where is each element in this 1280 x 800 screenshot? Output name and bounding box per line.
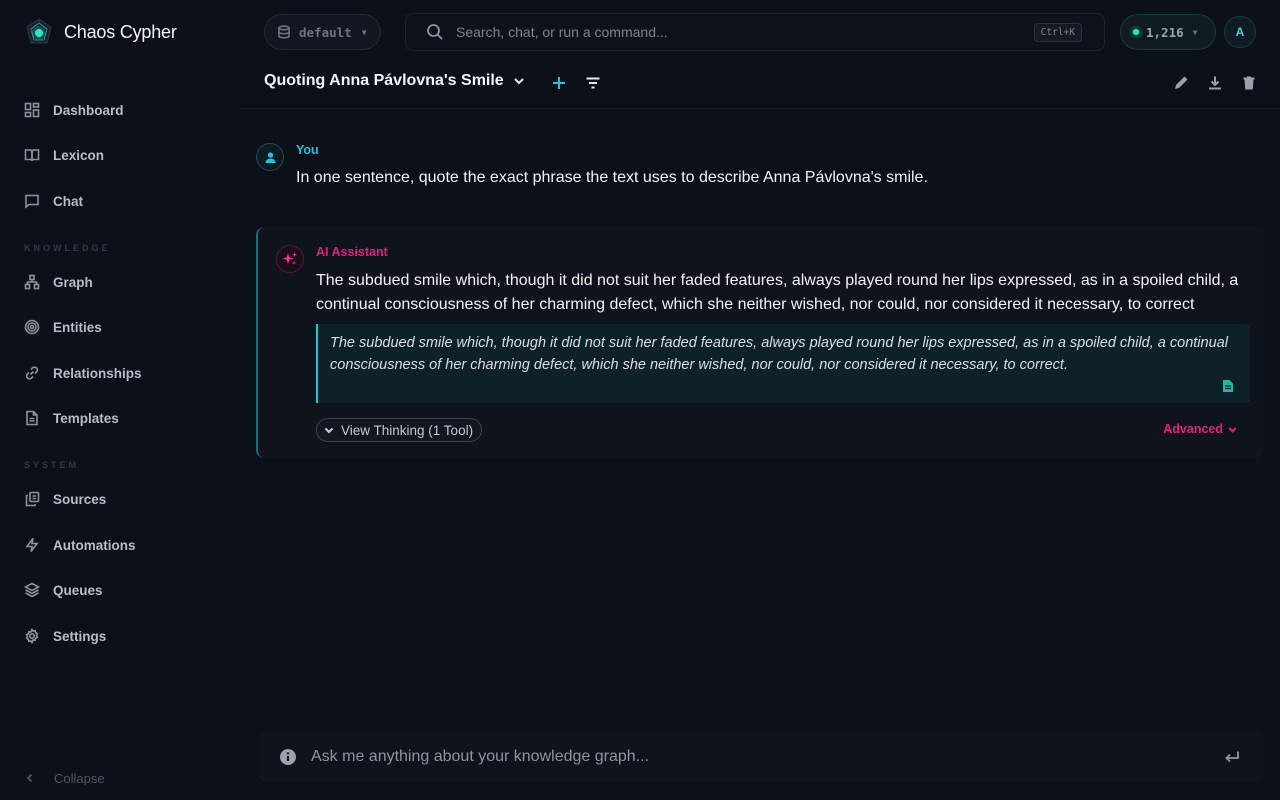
advanced-label: Advanced — [1163, 422, 1223, 436]
sidebar-item-settings[interactable]: Settings — [24, 624, 106, 648]
sidebar-item-label: Lexicon — [53, 147, 105, 163]
user-avatar[interactable]: A — [1224, 16, 1256, 48]
sidebar-item-label: Dashboard — [53, 102, 124, 118]
caret-down-icon: ▼ — [361, 27, 367, 37]
trash-icon — [1243, 76, 1255, 90]
gear-icon — [25, 628, 39, 644]
view-thinking-button[interactable]: View Thinking (1 Tool) — [316, 418, 483, 442]
sidebar-item-label: Sources — [53, 491, 107, 507]
credits-count: 1,216 — [1146, 24, 1184, 40]
chat-icon — [25, 194, 39, 209]
chevron-down-icon — [513, 78, 524, 85]
sidebar-item-queues[interactable]: Queues — [24, 578, 103, 602]
enter-icon — [1225, 751, 1239, 763]
delete-chat-button[interactable] — [1237, 72, 1261, 94]
command-search[interactable]: Ctrl+K — [405, 13, 1105, 51]
assistant-avatar — [276, 245, 304, 273]
message-sender: AI Assistant — [316, 245, 388, 259]
sparkles-icon — [282, 252, 297, 265]
chevron-down-icon — [324, 427, 334, 434]
shortcut-hint: Ctrl+K — [1033, 22, 1082, 42]
send-button[interactable] — [1212, 737, 1252, 777]
chat-input[interactable] — [311, 748, 1212, 766]
filter-icon — [586, 77, 600, 89]
pencil-icon — [1175, 76, 1188, 89]
sidebar-item-lexicon[interactable]: Lexicon — [24, 143, 104, 167]
section-system: SYSTEM — [24, 460, 80, 470]
layers-icon — [24, 582, 40, 598]
collapse-button[interactable]: Collapse — [24, 768, 105, 788]
edit-title-button[interactable] — [1169, 72, 1193, 94]
message-sender: You — [296, 143, 319, 157]
workspace-name: default — [299, 24, 352, 40]
sidebar-item-automations[interactable]: Automations — [24, 533, 136, 557]
status-dot-icon — [1133, 29, 1139, 35]
message-text: The subdued smile which, though it did n… — [316, 272, 1239, 313]
plus-icon — [553, 77, 565, 89]
conversation-title: Quoting Anna Pávlovna's Smile — [264, 72, 504, 89]
user-icon — [265, 151, 275, 163]
workspace-select[interactable]: default ▼ — [264, 14, 381, 50]
conversation-title-dropdown[interactable]: Quoting Anna Pávlovna's Smile — [264, 72, 526, 90]
new-chat-button[interactable] — [547, 72, 571, 94]
search-input[interactable] — [456, 24, 1034, 40]
database-icon — [278, 25, 290, 39]
advanced-toggle[interactable]: Advanced — [1163, 422, 1238, 436]
quote-block: The subdued smile which, though it did n… — [316, 324, 1250, 403]
sidebar-item-sources[interactable]: Sources — [24, 487, 106, 511]
download-button[interactable] — [1203, 72, 1227, 94]
credits-badge[interactable]: 1,216 ▼ — [1120, 14, 1216, 50]
sidebar-item-dashboard[interactable]: Dashboard — [24, 98, 124, 122]
document-icon[interactable] — [1222, 379, 1234, 393]
collapse-label: Collapse — [54, 770, 105, 786]
sidebar-item-label: Queues — [53, 582, 103, 598]
sidebar-item-entities[interactable]: Entities — [24, 315, 102, 339]
sidebar-item-relationships[interactable]: Relationships — [24, 361, 142, 385]
book-icon — [24, 149, 40, 162]
download-icon — [1209, 76, 1221, 90]
chat-composer — [258, 732, 1264, 782]
graph-icon — [24, 274, 40, 290]
sidebar-item-label: Relationships — [53, 365, 142, 381]
filter-button[interactable] — [581, 72, 605, 94]
message-text: In one sentence, quote the exact phrase … — [296, 169, 928, 186]
sidebar-item-chat[interactable]: Chat — [24, 189, 83, 213]
quote-text: The subdued smile which, though it did n… — [330, 335, 1228, 373]
search-icon — [427, 24, 443, 40]
chat-header: Quoting Anna Pávlovna's Smile — [240, 64, 1280, 109]
view-thinking-label: View Thinking (1 Tool) — [341, 422, 474, 438]
brand[interactable]: Chaos Cypher — [24, 16, 177, 48]
chevron-left-icon — [26, 773, 33, 783]
chevron-down-icon — [1228, 426, 1237, 433]
sidebar-item-label: Entities — [53, 319, 102, 335]
sidebar-item-label: Chat — [53, 193, 83, 209]
link-icon — [25, 366, 39, 380]
sources-icon — [25, 491, 40, 507]
section-knowledge: KNOWLEDGE — [24, 243, 111, 253]
assistant-message: AI Assistant The subdued smile which, th… — [256, 227, 1264, 458]
target-icon — [24, 319, 40, 335]
sidebar-item-label: Automations — [53, 537, 136, 553]
info-icon[interactable] — [279, 748, 297, 766]
logo-icon — [26, 18, 52, 44]
sidebar-item-label: Templates — [53, 410, 119, 426]
file-icon — [26, 410, 38, 426]
app-name: Chaos Cypher — [64, 21, 177, 42]
bolt-icon — [25, 538, 39, 552]
sidebar-item-graph[interactable]: Graph — [24, 270, 93, 294]
sidebar-item-label: Settings — [53, 628, 107, 644]
sidebar: Chaos Cypher Dashboard Lexicon Chat KNOW… — [0, 0, 240, 800]
sidebar-item-label: Graph — [53, 274, 93, 290]
user-message-avatar — [256, 143, 284, 171]
caret-down-icon: ▼ — [1192, 27, 1198, 37]
dashboard-icon — [24, 102, 40, 118]
sidebar-item-templates[interactable]: Templates — [24, 406, 119, 430]
